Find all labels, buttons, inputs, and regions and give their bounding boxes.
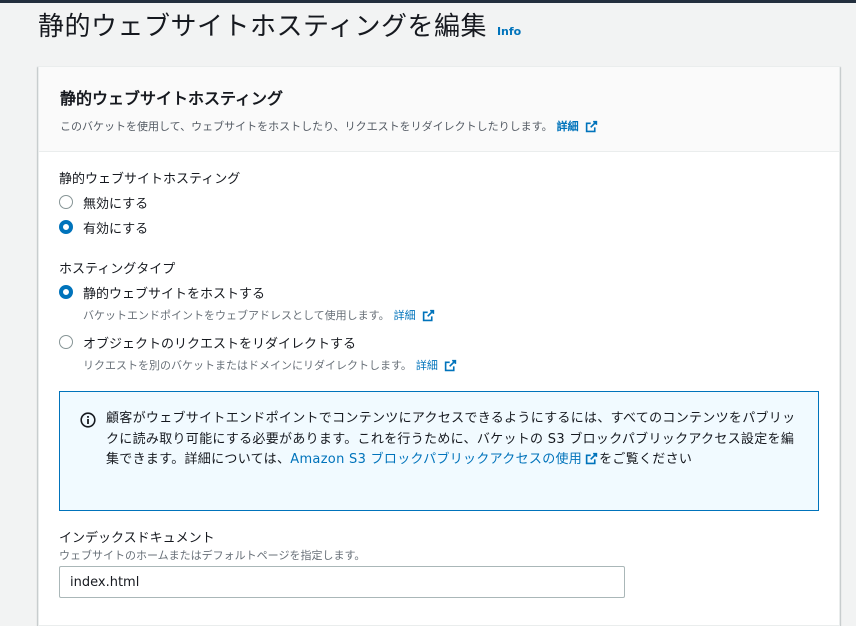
block-public-access-link[interactable]: Amazon S3 ブロックパブリックアクセスの使用	[290, 452, 582, 467]
radio-enable[interactable]: 有効にする	[59, 218, 148, 237]
radio-button[interactable]	[59, 335, 73, 349]
panel-description: このバケットを使用して、ウェブサイトをホストしたり、リクエストをリダイレクトした…	[60, 118, 819, 134]
external-link-icon	[444, 359, 457, 371]
alert-text: 顧客がウェブサイトエンドポイントでコンテンツにアクセスできるようにするには、すべ…	[106, 409, 798, 471]
hosting-label: 静的ウェブサイトホスティング	[59, 172, 241, 187]
info-icon	[80, 412, 96, 428]
static-hosting-panel: 静的ウェブサイトホスティング このバケットを使用して、ウェブサイトをホストしたり…	[38, 66, 840, 626]
radio-description-text: バケットエンドポイントをウェブアドレスとして使用します。	[83, 309, 390, 322]
external-link-icon	[585, 452, 598, 465]
alert-text-after: をご覧ください	[599, 452, 693, 467]
radio-redirect-requests[interactable]: オブジェクトのリクエストをリダイレクトする リクエストを別のバケットまたはドメイ…	[59, 333, 457, 373]
radio-description-text: リクエストを別のバケットまたはドメインにリダイレクトします。	[83, 359, 412, 372]
external-link-icon	[585, 120, 597, 132]
index-document-description: ウェブサイトのホームまたはデフォルトページを指定します。	[59, 549, 366, 562]
panel-title: 静的ウェブサイトホスティング	[60, 89, 284, 108]
radio-label: 静的ウェブサイトをホストする	[83, 287, 266, 302]
hosting-type-label: ホスティングタイプ	[59, 262, 176, 277]
radio-host-static-site[interactable]: 静的ウェブサイトをホストする バケットエンドポイントをウェブアドレスとして使用し…	[59, 283, 435, 323]
panel-description-text: このバケットを使用して、ウェブサイトをホストしたり、リクエストをリダイレクトした…	[60, 120, 553, 133]
index-document-label: インデックスドキュメント	[59, 531, 215, 546]
radio-description: バケットエンドポイントをウェブアドレスとして使用します。 詳細	[83, 307, 435, 323]
info-alert: 顧客がウェブサイトエンドポイントでコンテンツにアクセスできるようにするには、すべ…	[59, 391, 819, 511]
radio-label: オブジェクトのリクエストをリダイレクトする	[83, 337, 357, 352]
page-header: 静的ウェブサイトホスティングを編集 Info	[38, 6, 521, 42]
radio-label: 有効にする	[83, 222, 149, 237]
radio-button[interactable]	[59, 220, 73, 234]
details-link[interactable]: 詳細	[416, 357, 438, 373]
radio-label: 無効にする	[83, 197, 149, 212]
radio-disable[interactable]: 無効にする	[59, 193, 148, 212]
page-title: 静的ウェブサイトホスティングを編集	[38, 12, 487, 42]
radio-button[interactable]	[59, 195, 73, 209]
details-link[interactable]: 詳細	[394, 307, 416, 323]
panel-details-link[interactable]: 詳細	[557, 118, 579, 134]
top-nav-bar	[0, 0, 856, 3]
info-link[interactable]: Info	[497, 25, 521, 38]
external-link-icon	[422, 309, 434, 321]
index-document-input[interactable]	[59, 566, 625, 598]
radio-description: リクエストを別のバケットまたはドメインにリダイレクトします。 詳細	[83, 357, 457, 373]
panel-header: 静的ウェブサイトホスティング このバケットを使用して、ウェブサイトをホストしたり…	[39, 67, 839, 152]
radio-button[interactable]	[59, 285, 73, 299]
